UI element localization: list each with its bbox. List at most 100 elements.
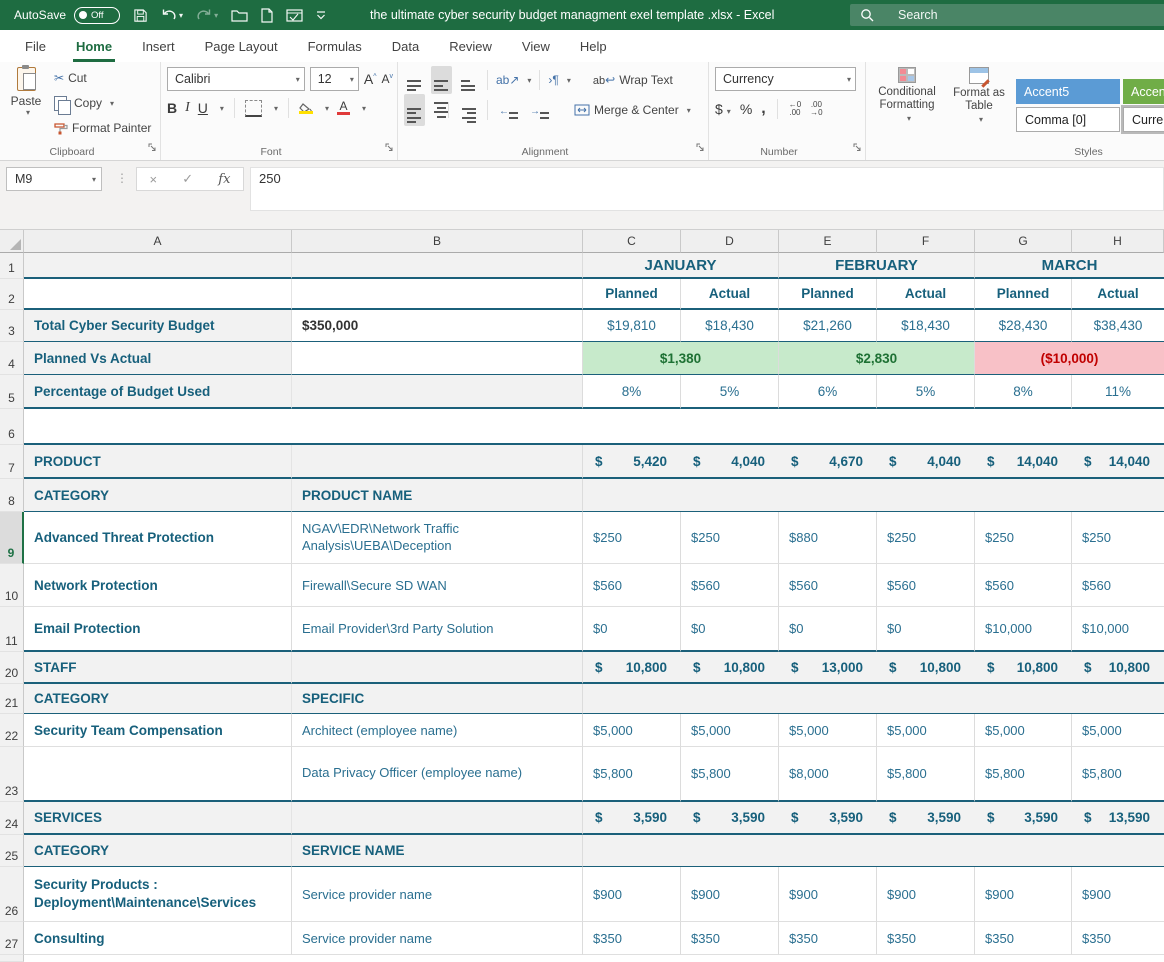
- cell[interactable]: [292, 445, 583, 479]
- percent-cell[interactable]: 5%: [681, 375, 779, 409]
- merge-center-button[interactable]: Merge & Center▾: [574, 99, 691, 121]
- service-name-cell[interactable]: Service provider name: [292, 867, 583, 922]
- row-header-24[interactable]: 24: [0, 802, 24, 835]
- category-cell[interactable]: Security Team Compensation: [24, 714, 292, 747]
- open-file-button[interactable]: [231, 9, 248, 22]
- value-cell[interactable]: $10,000: [975, 607, 1072, 652]
- value-cell[interactable]: $560: [583, 564, 681, 607]
- autosave-toggle[interactable]: Off: [74, 7, 120, 24]
- month-header-january[interactable]: JANUARY: [583, 253, 779, 279]
- cut-button[interactable]: ✂Cut: [54, 67, 151, 89]
- section-total-cell[interactable]: $14,040: [1072, 445, 1164, 479]
- section-total-cell[interactable]: $13,590: [1072, 802, 1164, 835]
- increase-decimal-button[interactable]: ←0.00: [789, 101, 801, 117]
- value-cell[interactable]: $5,000: [877, 714, 975, 747]
- undo-button[interactable]: ▾: [161, 8, 183, 22]
- value-cell[interactable]: $38,430: [1072, 310, 1164, 342]
- value-cell[interactable]: $560: [779, 564, 877, 607]
- number-format-select[interactable]: Currency▾: [715, 67, 856, 91]
- name-box[interactable]: M9▾: [6, 167, 102, 191]
- section-total-cell[interactable]: $10,800: [583, 652, 681, 684]
- column-header-a[interactable]: A: [24, 230, 292, 253]
- increase-indent-button[interactable]: →: [527, 98, 552, 122]
- row-header-3[interactable]: 3: [0, 310, 24, 342]
- align-center-button[interactable]: [431, 99, 452, 121]
- tab-view[interactable]: View: [507, 30, 565, 62]
- align-right-button[interactable]: [458, 94, 479, 127]
- value-cell[interactable]: $900: [1072, 867, 1164, 922]
- cell[interactable]: [583, 835, 1164, 867]
- column-label-cell[interactable]: CATEGORY: [24, 479, 292, 512]
- section-total-cell[interactable]: $10,800: [975, 652, 1072, 684]
- align-middle-button[interactable]: [431, 66, 452, 94]
- row-label-cell[interactable]: Total Cyber Security Budget: [24, 310, 292, 342]
- cell[interactable]: [292, 253, 583, 279]
- value-cell[interactable]: $5,000: [1072, 714, 1164, 747]
- subheader-cell[interactable]: Actual: [877, 279, 975, 310]
- value-cell[interactable]: $5,800: [681, 747, 779, 802]
- decrease-decimal-button[interactable]: .00→0: [810, 101, 822, 117]
- value-cell[interactable]: $5,000: [681, 714, 779, 747]
- column-label-cell[interactable]: CATEGORY: [24, 835, 292, 867]
- value-cell[interactable]: $250: [583, 512, 681, 564]
- borders-chevron-icon[interactable]: ▾: [274, 104, 278, 113]
- format-as-table-button[interactable]: Format as Table ▾: [950, 67, 1008, 126]
- wrap-text-button[interactable]: ab↩ Wrap Text: [593, 69, 673, 91]
- category-cell[interactable]: Network Protection: [24, 564, 292, 607]
- section-total-cell[interactable]: $10,800: [681, 652, 779, 684]
- value-cell[interactable]: $900: [681, 867, 779, 922]
- italic-button[interactable]: I: [185, 100, 190, 116]
- value-cell[interactable]: $5,800: [975, 747, 1072, 802]
- value-cell[interactable]: $250: [681, 512, 779, 564]
- row-header-26[interactable]: 26: [0, 867, 24, 922]
- number-dialog-launcher[interactable]: [853, 139, 862, 157]
- paste-button[interactable]: Paste ▾: [6, 67, 46, 139]
- show-marks-button[interactable]: ›¶▾: [548, 69, 570, 91]
- column-header-f[interactable]: F: [877, 230, 975, 253]
- row-header-1[interactable]: 1: [0, 253, 24, 279]
- month-header-february[interactable]: FEBRUARY: [779, 253, 975, 279]
- section-total-cell[interactable]: $4,040: [877, 445, 975, 479]
- style-accent5[interactable]: Accent5: [1016, 79, 1120, 104]
- value-cell[interactable]: $0: [779, 607, 877, 652]
- column-label-cell[interactable]: CATEGORY: [24, 684, 292, 714]
- section-total-cell[interactable]: $14,040: [975, 445, 1072, 479]
- category-cell[interactable]: Security Products : Deployment\Maintenan…: [24, 867, 292, 922]
- column-label-cell[interactable]: SERVICE NAME: [292, 835, 583, 867]
- value-cell[interactable]: $28,430: [975, 310, 1072, 342]
- decrease-indent-button[interactable]: ←: [496, 98, 521, 122]
- row-header-25[interactable]: 25: [0, 835, 24, 867]
- value-cell[interactable]: $250: [975, 512, 1072, 564]
- section-total-cell[interactable]: $4,670: [779, 445, 877, 479]
- underline-chevron-icon[interactable]: ▾: [220, 104, 224, 113]
- value-cell[interactable]: $5,800: [583, 747, 681, 802]
- subheader-cell[interactable]: Planned: [779, 279, 877, 310]
- section-total-cell[interactable]: $3,590: [779, 802, 877, 835]
- decrease-font-button[interactable]: Av: [381, 72, 393, 86]
- value-cell[interactable]: $350: [1072, 922, 1164, 955]
- value-cell[interactable]: $5,800: [877, 747, 975, 802]
- value-cell[interactable]: $900: [877, 867, 975, 922]
- section-total-cell[interactable]: $3,590: [975, 802, 1072, 835]
- section-total-cell[interactable]: $13,000: [779, 652, 877, 684]
- column-label-cell[interactable]: PRODUCT NAME: [292, 479, 583, 512]
- value-cell[interactable]: $21,260: [779, 310, 877, 342]
- value-cell[interactable]: $250: [877, 512, 975, 564]
- increase-font-button[interactable]: A^: [364, 71, 377, 87]
- product-name-cell[interactable]: NGAV\EDR\Network Traffic Analysis\UEBA\D…: [292, 512, 583, 564]
- comma-style-button[interactable]: ,: [761, 100, 765, 118]
- email-button[interactable]: [286, 9, 303, 22]
- section-total-cell[interactable]: $10,800: [1072, 652, 1164, 684]
- section-total-cell[interactable]: $10,800: [877, 652, 975, 684]
- bold-button[interactable]: B: [167, 100, 177, 116]
- font-family-select[interactable]: Calibri▾: [167, 67, 305, 91]
- font-size-select[interactable]: 12▾: [310, 67, 359, 91]
- confirm-entry-button[interactable]: ✓: [182, 171, 193, 187]
- new-file-button[interactable]: [261, 8, 273, 23]
- fill-color-button[interactable]: [299, 103, 313, 114]
- row-header-11[interactable]: 11: [0, 607, 24, 652]
- cell[interactable]: [24, 409, 1164, 445]
- cell[interactable]: [292, 802, 583, 835]
- value-cell[interactable]: $18,430: [681, 310, 779, 342]
- format-painter-button[interactable]: Format Painter: [54, 117, 151, 139]
